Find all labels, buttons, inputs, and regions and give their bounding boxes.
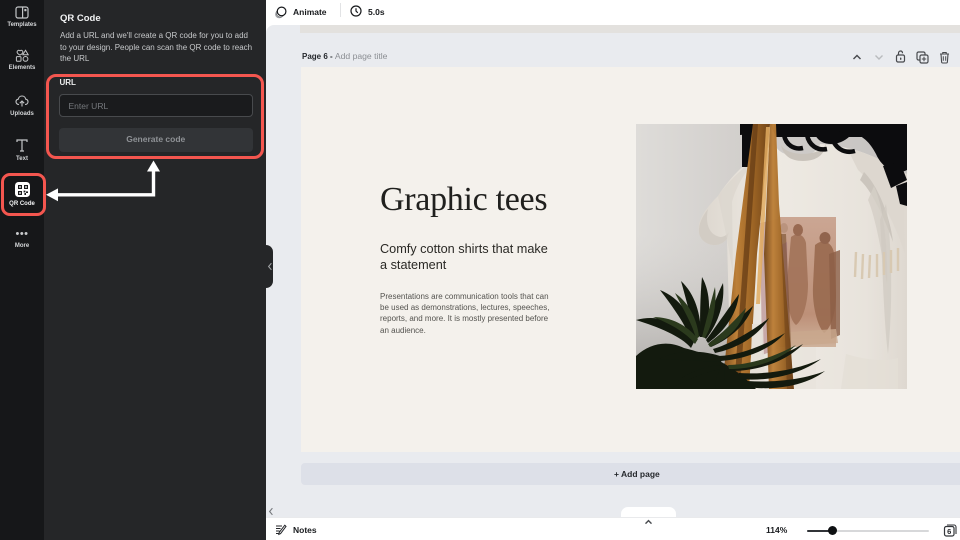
svg-text:6: 6 (947, 527, 951, 536)
